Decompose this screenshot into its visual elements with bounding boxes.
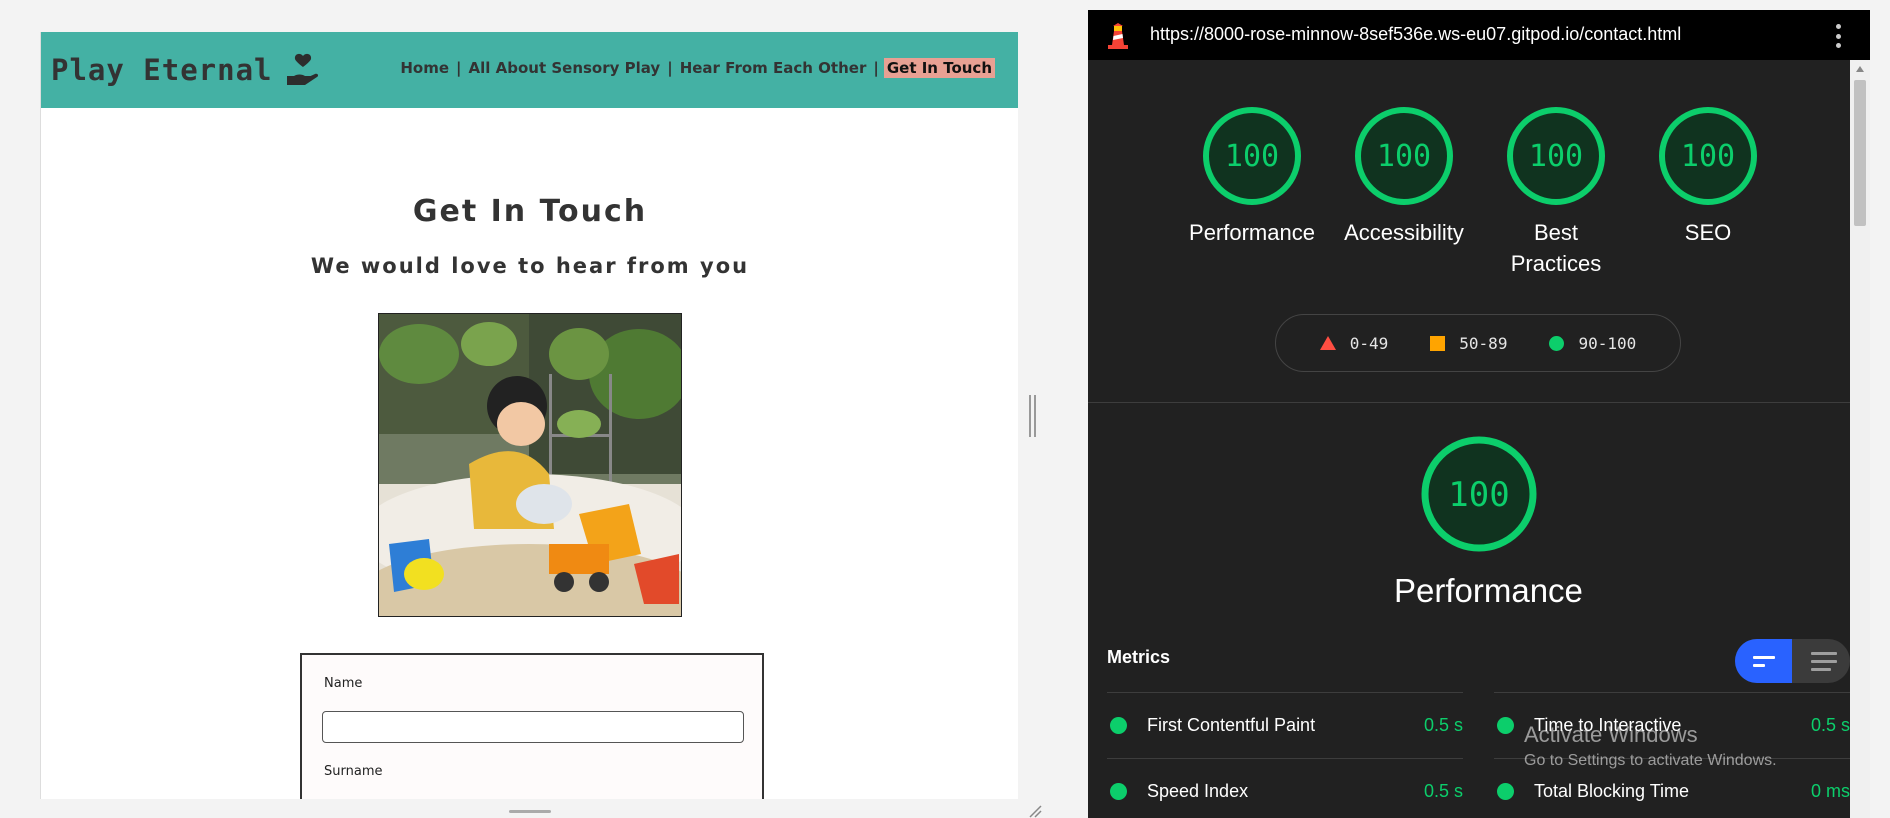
gauge-accessibility[interactable]: 100 Accessibility: [1324, 105, 1484, 248]
legend-pass-range: 90-100: [1578, 333, 1637, 353]
gauge-label: Performance: [1189, 220, 1315, 245]
gauge-ring: 100: [1507, 107, 1605, 205]
gauge-label: SEO: [1684, 220, 1732, 245]
metric-label: First Contentful Paint: [1147, 715, 1316, 735]
metric-value: 0.5 s: [1423, 781, 1463, 801]
name-label: Name: [324, 676, 363, 691]
gauge-seo[interactable]: 100 SEO: [1628, 105, 1788, 248]
name-input[interactable]: [322, 711, 744, 743]
report-scrollbar[interactable]: [1850, 60, 1870, 818]
metric-value: 0.5 s: [1810, 715, 1850, 735]
scrollbar-thumb[interactable]: [1854, 80, 1866, 226]
metric-row: Speed Index 0.5 s: [1107, 758, 1463, 818]
gauge-score: 100: [1448, 475, 1509, 515]
pane-resize-handle[interactable]: [1029, 395, 1036, 437]
surname-label: Surname: [324, 764, 383, 779]
pass-circle-icon: [1497, 717, 1514, 734]
nav-link-hear-from-each-other[interactable]: Hear From Each Other: [678, 58, 869, 78]
hero-image: [378, 313, 682, 617]
performance-heading: Performance: [1394, 572, 1583, 609]
pass-circle-icon: [1497, 783, 1514, 800]
metrics-view-toggle: [1735, 639, 1850, 683]
metrics-column-left: First Contentful Paint 0.5 s Speed Index…: [1107, 692, 1463, 818]
pass-circle-icon: [1110, 717, 1127, 734]
page-subtitle: We would love to hear from you: [310, 254, 750, 278]
gauge-label: Accessibility: [1344, 220, 1464, 245]
performance-gauge-large: 100 Performance: [1394, 434, 1583, 610]
metric-row: First Contentful Paint 0.5 s: [1107, 692, 1463, 758]
section-divider: [1088, 402, 1850, 403]
scroll-up-icon[interactable]: [1856, 66, 1864, 72]
website-viewport: Play Eternal Home | All About Sensory Pl…: [40, 32, 1018, 799]
metric-value: 0.5 s: [1423, 715, 1463, 735]
legend-fail: 0-49: [1319, 333, 1389, 353]
site-logo[interactable]: Play Eternal: [51, 52, 321, 88]
brand-name: Play Eternal: [51, 53, 273, 87]
gauge-score: 100: [1377, 139, 1431, 174]
lighthouse-report: https://8000-rose-minnow-8sef536e.ws-eu0…: [1088, 10, 1870, 818]
pass-circle-icon: [1549, 335, 1565, 351]
nav-link-sensory-play[interactable]: All About Sensory Play: [467, 58, 663, 78]
page-title: Get In Touch: [412, 194, 648, 229]
child-playing-sand-image: [379, 314, 681, 616]
main-nav: Home | All About Sensory Play | Hear Fro…: [398, 58, 995, 78]
metrics-heading: Metrics: [1107, 647, 1171, 667]
gauge-best-practices[interactable]: 100 Best Practices: [1476, 105, 1636, 279]
nav-link-home[interactable]: Home: [398, 58, 451, 78]
site-preview-pane: Play Eternal Home | All About Sensory Pl…: [0, 0, 1088, 818]
legend-pass: 90-100: [1549, 334, 1636, 353]
gauge-score: 100: [1681, 139, 1735, 174]
gauge-performance[interactable]: 100 Performance: [1172, 105, 1332, 248]
toggle-view-expanded[interactable]: [1793, 639, 1850, 683]
legend-average-range: 50-89: [1459, 333, 1508, 353]
watermark-title: Activate Windows: [1524, 722, 1698, 747]
nav-separator: |: [667, 59, 673, 77]
gauge-ring: 100: [1203, 107, 1301, 205]
gauge-ring: 100: [1421, 436, 1537, 552]
bottom-resize-handle[interactable]: [509, 810, 551, 813]
score-legend: 0-49 50-89 90-100: [1275, 314, 1681, 372]
gauge-ring: 100: [1659, 107, 1757, 205]
gauge-ring: 100: [1355, 107, 1453, 205]
windows-activation-watermark: Activate Windows Go to Settings to activ…: [1524, 722, 1777, 770]
resize-corner-icon[interactable]: [1028, 804, 1042, 818]
contact-form: Name Surname: [300, 653, 764, 799]
metric-label: Total Blocking Time: [1534, 781, 1690, 801]
legend-fail-range: 0-49: [1349, 333, 1389, 353]
gauge-score: 100: [1529, 139, 1583, 174]
score-gauges: 100 Performance 100 Accessibility 100 Be…: [1088, 10, 1870, 340]
nav-separator: |: [873, 59, 879, 77]
nav-separator: |: [456, 59, 462, 77]
gauge-label: Best Practices: [1510, 220, 1602, 276]
pass-circle-icon: [1110, 783, 1127, 800]
site-header: Play Eternal Home | All About Sensory Pl…: [41, 32, 1018, 108]
legend-average: 50-89: [1430, 334, 1507, 353]
watermark-subtitle: Go to Settings to activate Windows.: [1524, 752, 1777, 769]
metric-value: 0 ms: [1810, 781, 1850, 801]
heart-in-hand-icon: [286, 53, 318, 85]
toggle-view-summary[interactable]: [1735, 639, 1792, 683]
gauge-score: 100: [1225, 139, 1279, 174]
nav-link-get-in-touch[interactable]: Get In Touch: [883, 58, 995, 78]
metric-label: Speed Index: [1147, 781, 1249, 801]
fail-triangle-icon: [1319, 336, 1336, 350]
average-square-icon: [1430, 335, 1446, 351]
